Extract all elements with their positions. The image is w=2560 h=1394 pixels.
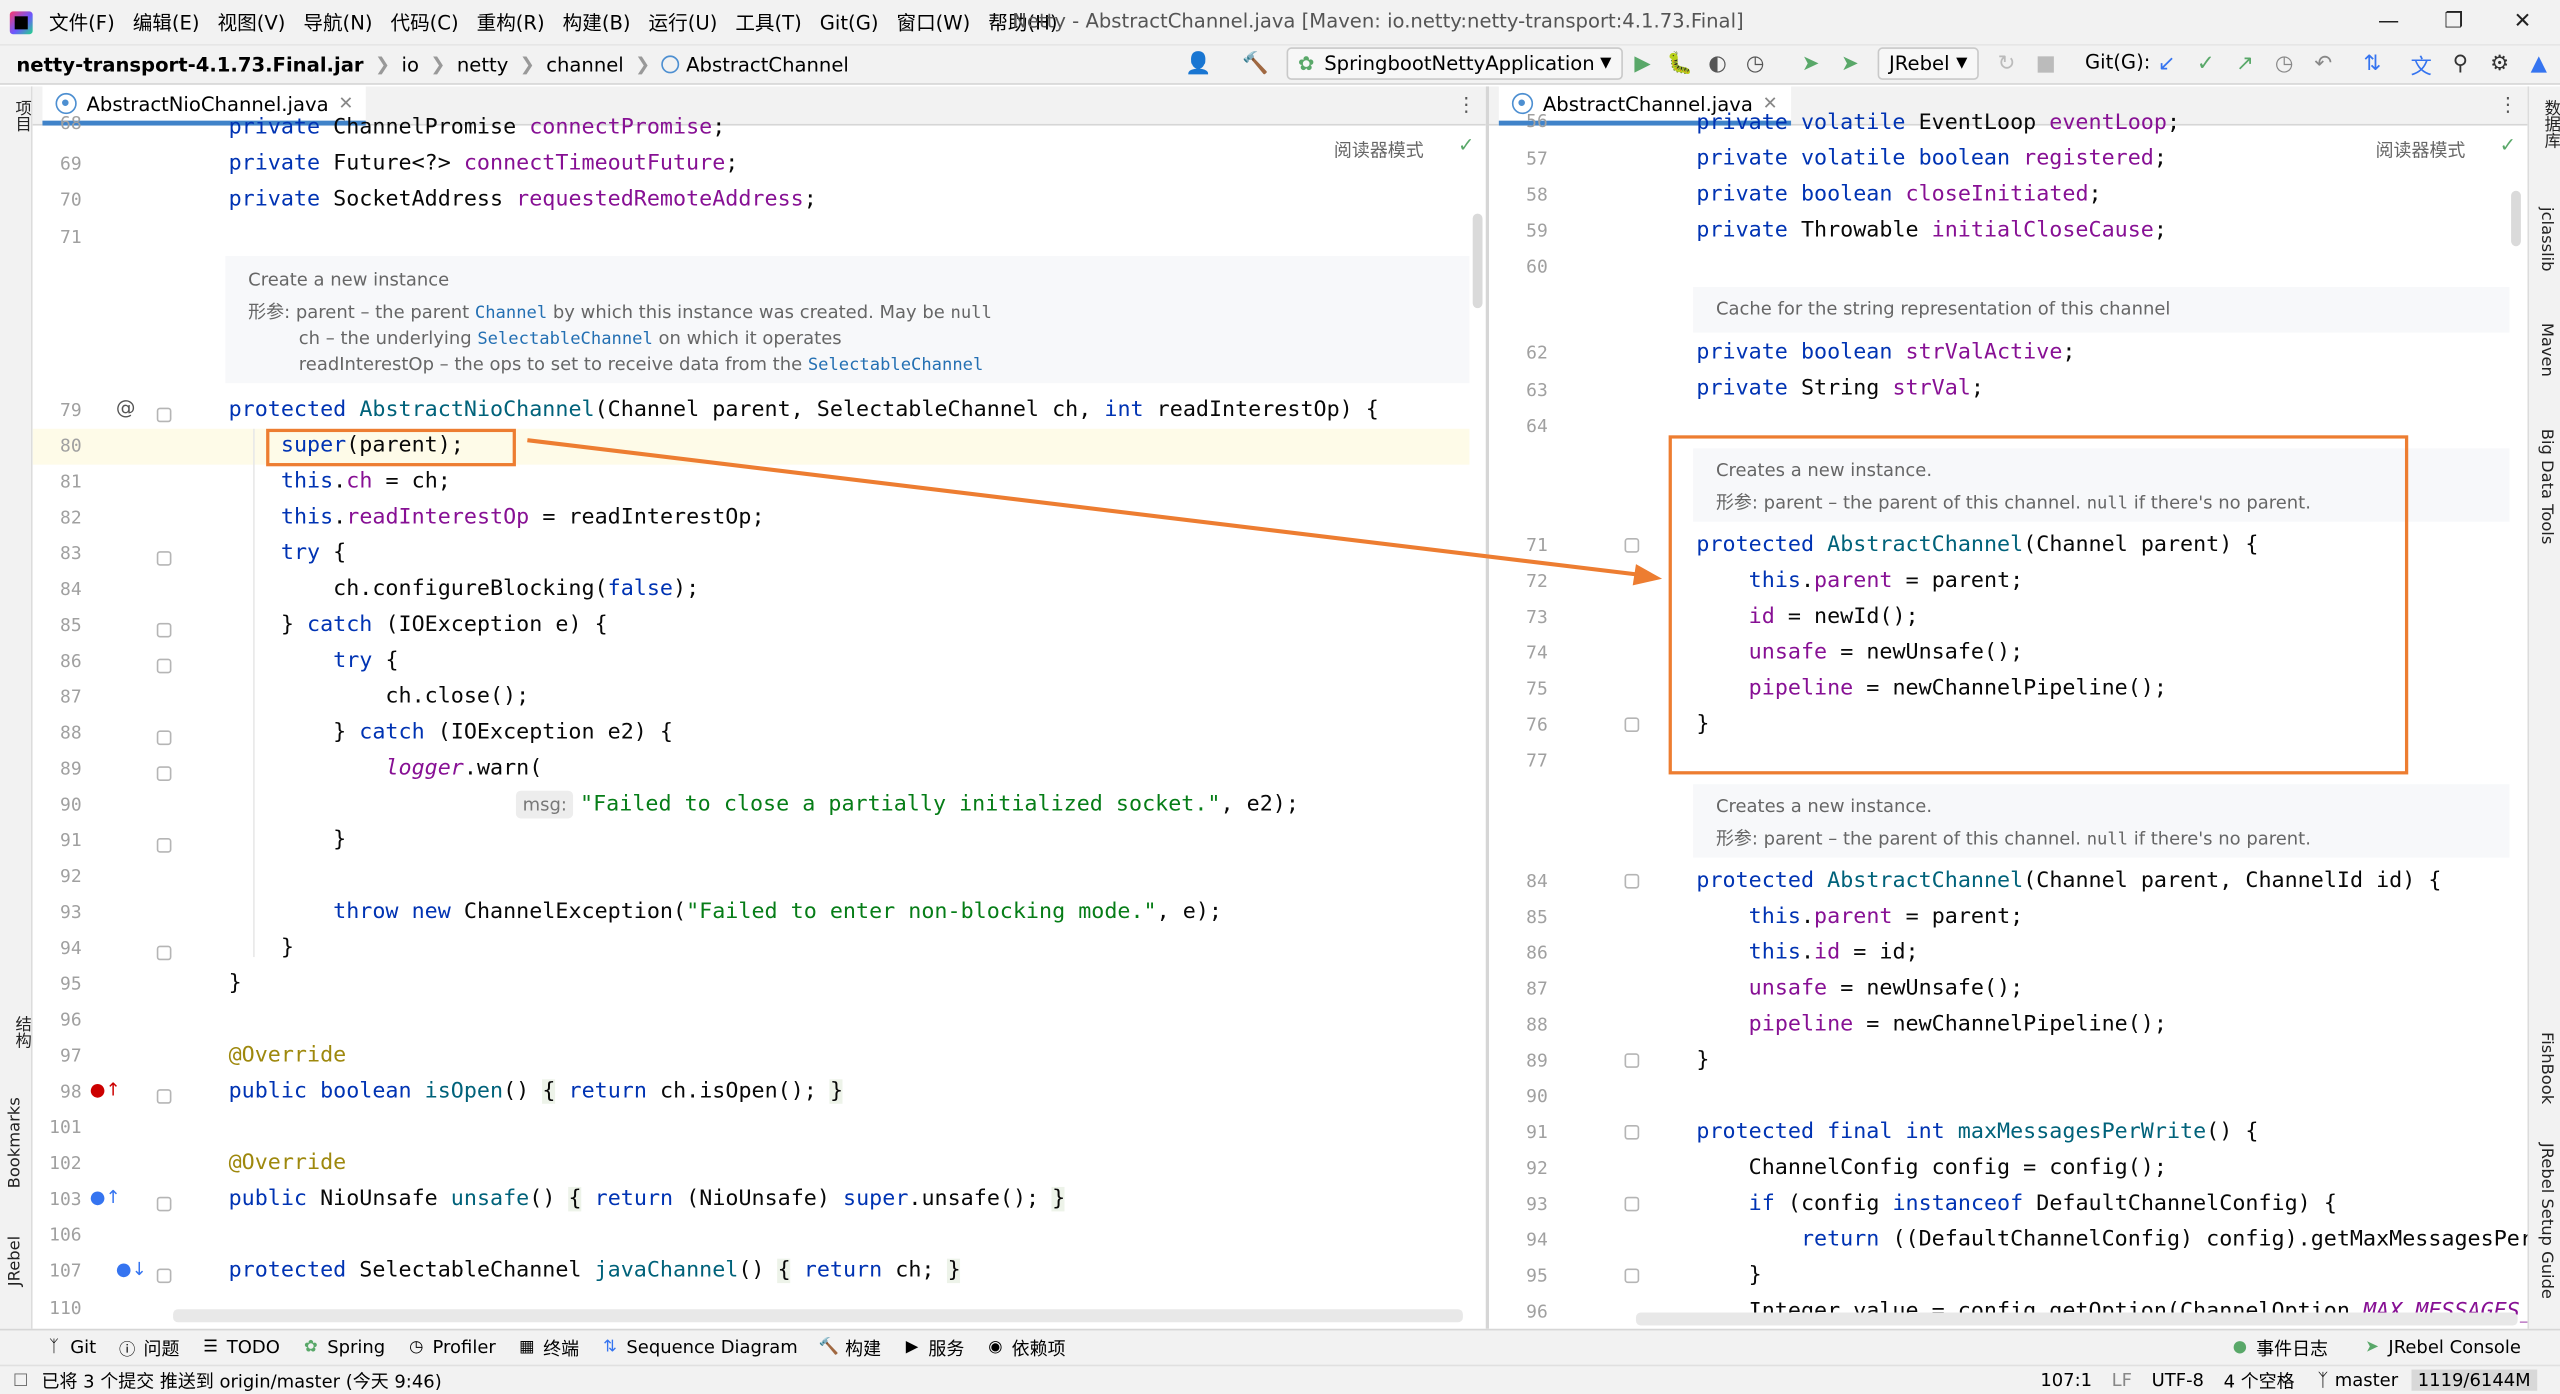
problems-tool-button[interactable]: ⓘ 问题 [119, 1334, 179, 1360]
status-panel-icon[interactable]: □ [13, 1371, 28, 1389]
profiler-tool-button[interactable]: ◷ Profiler [408, 1337, 496, 1358]
line-separator[interactable]: LF [2112, 1370, 2132, 1391]
arrow-head-icon [1632, 564, 1663, 586]
indent-setting[interactable]: 4 个空格 [2224, 1367, 2295, 1393]
file-encoding[interactable]: UTF-8 [2152, 1370, 2204, 1391]
jrebel-icon: ➤ [2365, 1338, 2379, 1357]
dependencies-icon: ◉ [988, 1338, 1003, 1357]
status-message[interactable]: 已将 3 个提交 推送到 origin/master (今天 9:46) [42, 1367, 442, 1393]
bottom-tool-bar: ᛉ Git ⓘ 问题 ☰ TODO ✿ Spring ◷ Profiler ▦ 终端 ⇅ Se… [0, 1328, 2560, 1365]
terminal-tool-button[interactable]: ▦ 终端 [519, 1334, 579, 1360]
todo-list-icon: ☰ [203, 1338, 218, 1357]
annotation-arrow [527, 438, 1663, 586]
profiler-icon: ◷ [409, 1338, 424, 1357]
problems-icon: ⓘ [119, 1341, 136, 1360]
event-log-tool-button[interactable]: ● 事件日志 [2232, 1334, 2328, 1360]
sequence-diagram-tool-button[interactable]: ⇅ Sequence Diagram [602, 1337, 798, 1358]
build-tool-button[interactable]: 🔨 构建 [818, 1334, 881, 1360]
services-icon: ▶ [905, 1338, 919, 1357]
git-branch-icon: ᛉ [48, 1338, 59, 1357]
jrebel-console-tool-button[interactable]: ➤ JRebel Console [2364, 1337, 2521, 1358]
git-branch-icon: ᛉ [2317, 1369, 2329, 1391]
services-tool-button[interactable]: ▶ 服务 [904, 1334, 965, 1360]
dependencies-tool-button[interactable]: ◉ 依赖项 [987, 1334, 1065, 1360]
status-bar: □ 已将 3 个提交 推送到 origin/master (今天 9:46) 1… [0, 1364, 2560, 1394]
todo-tool-button[interactable]: ☰ TODO [202, 1337, 280, 1358]
build-hammer-icon: 🔨 [818, 1338, 840, 1357]
event-log-icon: ● [2232, 1338, 2247, 1357]
git-branch-name[interactable]: master [2335, 1370, 2398, 1391]
caret-position[interactable]: 107:1 [2040, 1370, 2092, 1391]
sequence-diagram-icon: ⇅ [603, 1338, 617, 1357]
git-tool-button[interactable]: ᛉ Git [46, 1337, 96, 1358]
spring-tool-button[interactable]: ✿ Spring [303, 1337, 385, 1358]
spring-leaf-icon: ✿ [304, 1338, 318, 1357]
terminal-icon: ▦ [519, 1338, 535, 1357]
memory-indicator[interactable]: 1119/6144M [2411, 1369, 2538, 1391]
arrow-line [527, 438, 1647, 578]
